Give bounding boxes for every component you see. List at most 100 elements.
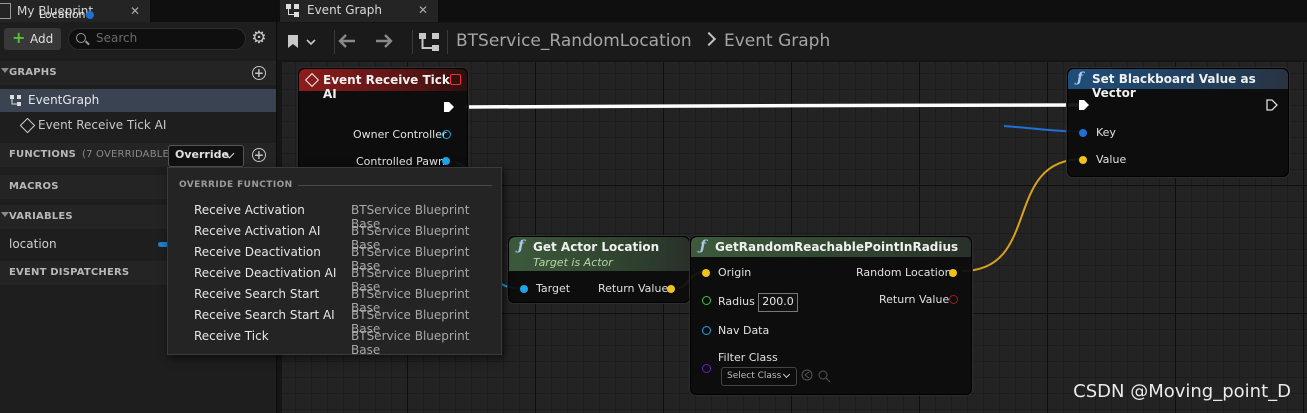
override-function-menu: OVERRIDE FUNCTION Receive Activation BTS… xyxy=(167,167,502,357)
node-title: GetRandomReachablePointInRadius xyxy=(715,240,959,254)
section-title: FUNCTIONS xyxy=(9,149,77,160)
forward-arrow-icon[interactable] xyxy=(374,33,394,49)
menu-item-name: Receive Deactivation AI xyxy=(194,266,337,280)
override-dropdown[interactable]: Override xyxy=(168,145,244,167)
node-header: ƒ GetRandomReachablePointInRadius xyxy=(691,237,971,257)
function-icon: ƒ xyxy=(518,238,525,254)
variable-name: location xyxy=(9,237,57,251)
override-label: Override xyxy=(175,148,229,161)
pin-label: Radius xyxy=(718,295,755,308)
toolbar-divider xyxy=(334,30,335,54)
search-placeholder: Search xyxy=(96,31,138,45)
add-function-icon[interactable]: + xyxy=(252,148,266,162)
owner-controller-pin[interactable] xyxy=(442,130,451,139)
pin-label: Filter Class xyxy=(718,351,778,364)
origin-pin[interactable] xyxy=(702,269,710,277)
search-icon xyxy=(76,33,86,43)
pin-label: Origin xyxy=(718,266,752,279)
add-button[interactable]: + Add xyxy=(4,28,61,50)
event-graph-icon xyxy=(10,95,21,106)
menu-item[interactable]: Receive Deactivation AI BTService Bluepr… xyxy=(168,263,501,294)
menu-item[interactable]: Receive Activation BTService Blueprint B… xyxy=(168,200,501,231)
nav-data-pin[interactable] xyxy=(702,326,711,335)
search-input[interactable]: Search xyxy=(68,28,246,50)
menu-item[interactable]: Receive Deactivation BTService Blueprint… xyxy=(168,242,501,273)
chevron-down-icon xyxy=(782,370,791,379)
node-set-blackboard-value[interactable]: ƒ Set Blackboard Value as Vector Key Val… xyxy=(1067,68,1289,177)
bool-return-pin[interactable] xyxy=(949,295,958,304)
bookmark-icon[interactable] xyxy=(287,34,319,50)
menu-item[interactable]: Receive Search Start BTService Blueprint… xyxy=(168,284,501,315)
target-pin[interactable] xyxy=(520,285,528,293)
back-arrow-icon[interactable] xyxy=(337,33,357,49)
tab-event-graph[interactable]: Event Graph ✕ xyxy=(280,0,438,22)
exec-out-pin[interactable] xyxy=(443,101,455,113)
menu-header: OVERRIDE FUNCTION xyxy=(179,180,293,190)
breadcrumb-blueprint[interactable]: BTService_RandomLocation xyxy=(456,31,692,51)
menu-item[interactable]: Receive Tick BTService Blueprint Base xyxy=(168,326,501,357)
exec-in-pin[interactable] xyxy=(1078,99,1090,111)
node-title: Event Receive Tick AI xyxy=(323,73,450,101)
node-title: Location xyxy=(39,8,86,21)
pin-label: Random Location xyxy=(856,266,952,279)
pin-label: Key xyxy=(1096,126,1116,139)
graph-item-event-receive-tick[interactable]: Event Receive Tick AI xyxy=(0,114,276,137)
graph-item-label: EventGraph xyxy=(28,93,100,107)
section-graphs[interactable]: GRAPHS + xyxy=(0,61,276,85)
value-pin[interactable] xyxy=(1079,156,1087,164)
vector-wire xyxy=(961,158,1083,272)
exec-out-pin[interactable] xyxy=(1266,99,1278,111)
event-graph-icon xyxy=(286,4,299,17)
section-title: GRAPHS xyxy=(9,67,57,78)
menu-item[interactable]: Receive Search Start AI BTService Bluepr… xyxy=(168,305,501,336)
node-get-actor-location[interactable]: ƒ Get Actor Location Target is Actor Tar… xyxy=(508,236,690,303)
node-subtitle: Target is Actor xyxy=(533,256,613,269)
section-title: MACROS xyxy=(9,181,59,192)
menu-divider xyxy=(298,185,492,186)
node-get-random-reachable-point[interactable]: ƒ GetRandomReachablePointInRadius Origin… xyxy=(690,236,972,395)
node-header: ƒ Set Blackboard Value as Vector xyxy=(1068,69,1288,100)
blueprint-icon xyxy=(0,3,11,19)
menu-item-name: Receive Search Start xyxy=(194,287,320,301)
pin-label: Nav Data xyxy=(718,324,770,337)
node-header: ƒ Get Actor Location Target is Actor xyxy=(509,237,689,271)
menu-item[interactable]: Receive Activation AI BTService Blueprin… xyxy=(168,221,501,252)
node-title: Get Actor Location xyxy=(533,240,660,254)
close-icon[interactable]: ✕ xyxy=(418,3,428,17)
pin-label: Value xyxy=(1096,153,1127,166)
function-icon: ƒ xyxy=(700,238,707,254)
add-graph-icon[interactable]: + xyxy=(252,66,266,80)
graph-item-label: Event Receive Tick AI xyxy=(38,118,167,132)
filter-class-pin[interactable] xyxy=(702,364,711,373)
menu-item-name: Receive Deactivation xyxy=(194,245,321,259)
menu-item-name: Receive Tick xyxy=(194,329,269,343)
collapse-arrow-icon xyxy=(1,68,9,73)
browse-icons[interactable] xyxy=(801,369,833,383)
event-graph-icon xyxy=(419,33,439,51)
return-value-pin[interactable] xyxy=(667,285,675,293)
watermark: CSDN @Moving_point_D xyxy=(1073,381,1291,402)
pin-label: Return Value xyxy=(598,282,669,295)
graph-item-eventgraph[interactable]: EventGraph xyxy=(0,89,276,112)
pin-label: Owner Controller xyxy=(353,128,447,141)
menu-item-name: Receive Activation AI xyxy=(194,224,321,238)
close-icon[interactable]: ✕ xyxy=(130,1,140,21)
controlled-pawn-pin[interactable] xyxy=(442,157,450,165)
radius-pin[interactable] xyxy=(702,296,711,305)
section-title: VARIABLES xyxy=(9,211,73,222)
radius-input[interactable]: 200.0 xyxy=(758,293,798,312)
menu-item-name: Receive Activation xyxy=(194,203,305,217)
select-class-label: Select Class xyxy=(727,371,782,381)
breadcrumb-graph[interactable]: Event Graph xyxy=(724,31,830,51)
location-out-pin[interactable] xyxy=(86,11,94,19)
event-diamond-icon xyxy=(304,72,320,88)
event-diamond-icon xyxy=(19,117,36,134)
toolbar-divider xyxy=(412,30,413,54)
select-class-dropdown[interactable]: Select Class xyxy=(721,367,797,386)
random-location-pin[interactable] xyxy=(949,269,957,277)
menu-item-name: Receive Search Start AI xyxy=(194,308,335,322)
function-icon: ƒ xyxy=(1077,70,1084,86)
key-pin[interactable] xyxy=(1079,129,1087,137)
gear-icon[interactable]: ⚙ xyxy=(250,29,268,47)
collapse-arrow-icon xyxy=(1,212,9,217)
